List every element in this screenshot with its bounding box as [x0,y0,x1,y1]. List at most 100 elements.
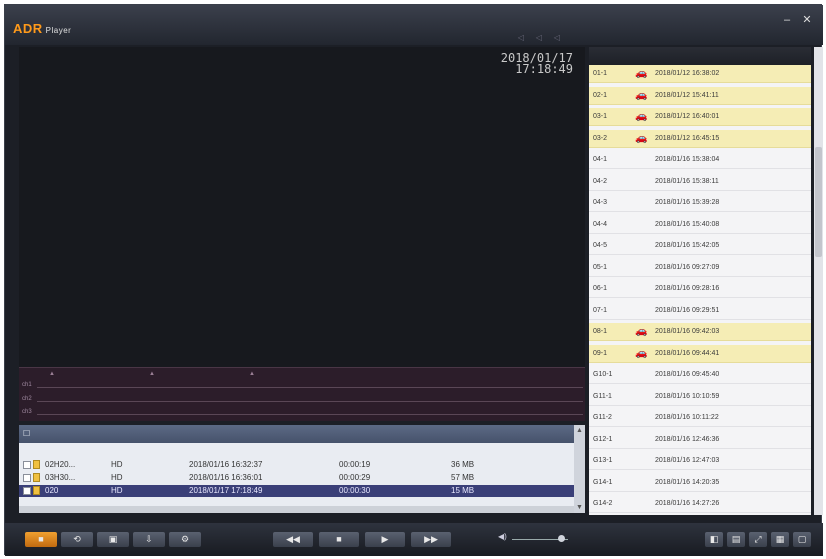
volume-icon[interactable]: ◀) [498,532,507,541]
scroll-down-icon[interactable]: ▼ [575,503,584,512]
event-id: G14-1 [593,478,613,486]
vehicle-icon: 🚗 [635,326,648,337]
title-bar: ADR Player – ✕ ◁ ◁ ◁ [5,5,823,45]
event-id: 01-1 [593,70,608,77]
file-datetime: 2018/01/16 16:36:01 [189,473,263,482]
rewind-button[interactable]: ◀◀ [273,532,313,547]
snapshot-button[interactable]: ⟲ [61,532,93,547]
file-duration: 00:00:29 [339,473,371,482]
event-time: 2018/01/16 09:45:40 [655,371,720,378]
event-time: 2018/01/16 15:38:11 [655,177,719,185]
event-row[interactable]: 06-1 2018/01/16 09:28:16 [589,280,811,298]
event-time: 2018/01/16 09:29:51 [655,306,720,314]
file-size: 57 MB [451,473,475,482]
stop-button[interactable]: ■ [319,532,359,547]
event-time: 2018/01/16 14:20:35 [655,478,720,486]
event-row[interactable]: G11-1 2018/01/16 10:10:59 [589,388,811,406]
file-quality: HD [111,473,123,482]
event-list-scrollbar[interactable] [814,47,823,515]
scroll-up-icon[interactable]: ▲ [575,426,584,435]
file-table-header: ☐ [19,425,574,443]
vehicle-icon: 🚗 [635,132,648,144]
fast-forward-button[interactable]: ▶▶ [411,532,451,547]
video-display[interactable]: 2018/01/17 17:18:49 [19,47,585,367]
event-row[interactable]: G14-2 2018/01/16 14:27:26 [589,495,811,513]
event-row[interactable]: 02-1 🚗 2018/01/12 15:41:11 [589,86,811,105]
layout-single-icon[interactable]: ◁ [515,33,527,43]
record-button[interactable]: ■ [25,532,57,547]
timeline[interactable]: ▲ ▲ ▲ ch1 ch2 ch3 [19,367,585,421]
row-checkbox[interactable] [23,474,31,482]
event-id: G13-1 [593,457,613,464]
event-row[interactable]: 04-5 2018/01/16 15:42:05 [589,237,811,255]
event-id: G12-1 [593,435,613,443]
minimize-button[interactable]: – [779,13,795,27]
view-mode-5-icon[interactable]: ▢ [793,532,811,547]
event-time: 2018/01/16 12:46:36 [655,435,720,443]
file-size: 36 MB [451,460,475,469]
close-button[interactable]: ✕ [799,13,815,27]
layout-dual-icon[interactable]: ◁ [533,33,545,43]
video-timestamp: 2018/01/17 17:18:49 [500,51,573,76]
horizontal-scrollbar[interactable] [19,506,574,513]
event-id: 09-1 [593,349,608,357]
volume-slider[interactable]: ◀) [498,532,568,542]
vehicle-icon: 🚗 [635,347,648,359]
file-icon [33,473,40,482]
event-row[interactable]: G13-1 2018/01/16 12:47:03 [589,452,811,470]
event-row[interactable]: 05-1 2018/01/16 09:27:09 [589,259,811,277]
view-mode-4-icon[interactable]: ▦ [771,532,789,547]
event-row[interactable]: 04-2 2018/01/16 15:38:11 [589,173,811,191]
event-row[interactable]: 04-1 2018/01/16 15:38:04 [589,151,811,169]
event-row[interactable]: 03-2 🚗 2018/01/12 16:45:15 [589,129,811,148]
row-checkbox[interactable] [23,461,31,469]
event-row[interactable]: 03-1 🚗 2018/01/12 16:40:01 [589,108,811,126]
event-row[interactable]: G10-1 2018/01/16 09:45:40 [589,366,811,384]
event-row[interactable]: 04-4 2018/01/16 15:40:08 [589,216,811,234]
event-time: 2018/01/16 15:38:04 [655,156,720,163]
file-row[interactable]: 02H20... HD 2018/01/16 16:32:37 00:00:19 36 … [19,459,574,471]
event-id: 05-1 [593,263,608,271]
file-row[interactable]: 020 HD 2018/01/17 17:18:49 00:00:30 15 MB [19,485,574,497]
view-mode-3-icon[interactable]: ⤢ [749,532,767,547]
event-time: 2018/01/16 10:10:59 [655,392,720,400]
event-id: 07-1 [593,306,608,314]
event-id: G10-1 [593,371,613,378]
file-quality: HD [111,486,123,495]
event-id: 04-4 [593,220,608,228]
save-button[interactable]: ▣ [97,532,129,547]
settings-button[interactable]: ⚙ [169,532,201,547]
event-time: 2018/01/12 16:38:02 [655,70,720,77]
scroll-thumb[interactable] [815,147,822,257]
event-time: 2018/01/12 16:40:01 [655,113,720,120]
file-table-scrollbar[interactable]: ▲ ▼ [574,425,585,513]
event-row[interactable]: G14-1 2018/01/16 14:20:35 [589,474,811,492]
event-id: 04-1 [593,156,608,163]
event-list-header [589,47,811,65]
export-button[interactable]: ⇩ [133,532,165,547]
layout-quad-icon[interactable]: ◁ [551,33,563,43]
event-row[interactable]: G12-1 2018/01/16 12:46:36 [589,431,811,449]
row-checkbox[interactable] [23,487,31,495]
control-bar: ■ ⟲ ▣ ⇩ ⚙ ◀◀ ■ ▶ ▶▶ ◀) ◧ ▤ ⤢ ▦ ▢ [5,523,823,556]
event-row[interactable]: 08-1 🚗 2018/01/16 09:42:03 [589,323,811,341]
file-quality: HD [111,460,123,469]
header-select[interactable]: ☐ [23,429,30,438]
file-row[interactable]: 03H30... HD 2018/01/16 16:36:01 00:00:29 57 … [19,472,574,484]
event-row[interactable]: 01-1 🚗 2018/01/12 16:38:02 [589,65,811,83]
adr-player-window: ADR Player – ✕ ◁ ◁ ◁ 2018/01/17 17:18:49 … [4,4,823,556]
event-list: 01-1 🚗 2018/01/12 16:38:02 02-1 🚗 2018/01/12 … [589,47,811,515]
event-time: 2018/01/16 09:28:16 [655,285,720,292]
event-time: 2018/01/16 09:42:03 [655,328,720,335]
file-table: ☐ 02H20... HD 2018/01/16 16:32:37 00:00:19 3… [19,425,585,513]
event-row[interactable]: 09-1 🚗 2018/01/16 09:44:41 [589,344,811,363]
event-time: 2018/01/16 10:11:22 [655,414,719,421]
view-mode-2-icon[interactable]: ▤ [727,532,745,547]
event-id: 03-1 [593,113,608,120]
view-mode-1-icon[interactable]: ◧ [705,532,723,547]
play-button[interactable]: ▶ [365,532,405,547]
event-row[interactable]: G11-2 2018/01/16 10:11:22 [589,409,811,427]
volume-knob[interactable] [558,535,565,542]
event-row[interactable]: 04-3 2018/01/16 15:39:28 [589,194,811,212]
event-row[interactable]: 07-1 2018/01/16 09:29:51 [589,302,811,320]
